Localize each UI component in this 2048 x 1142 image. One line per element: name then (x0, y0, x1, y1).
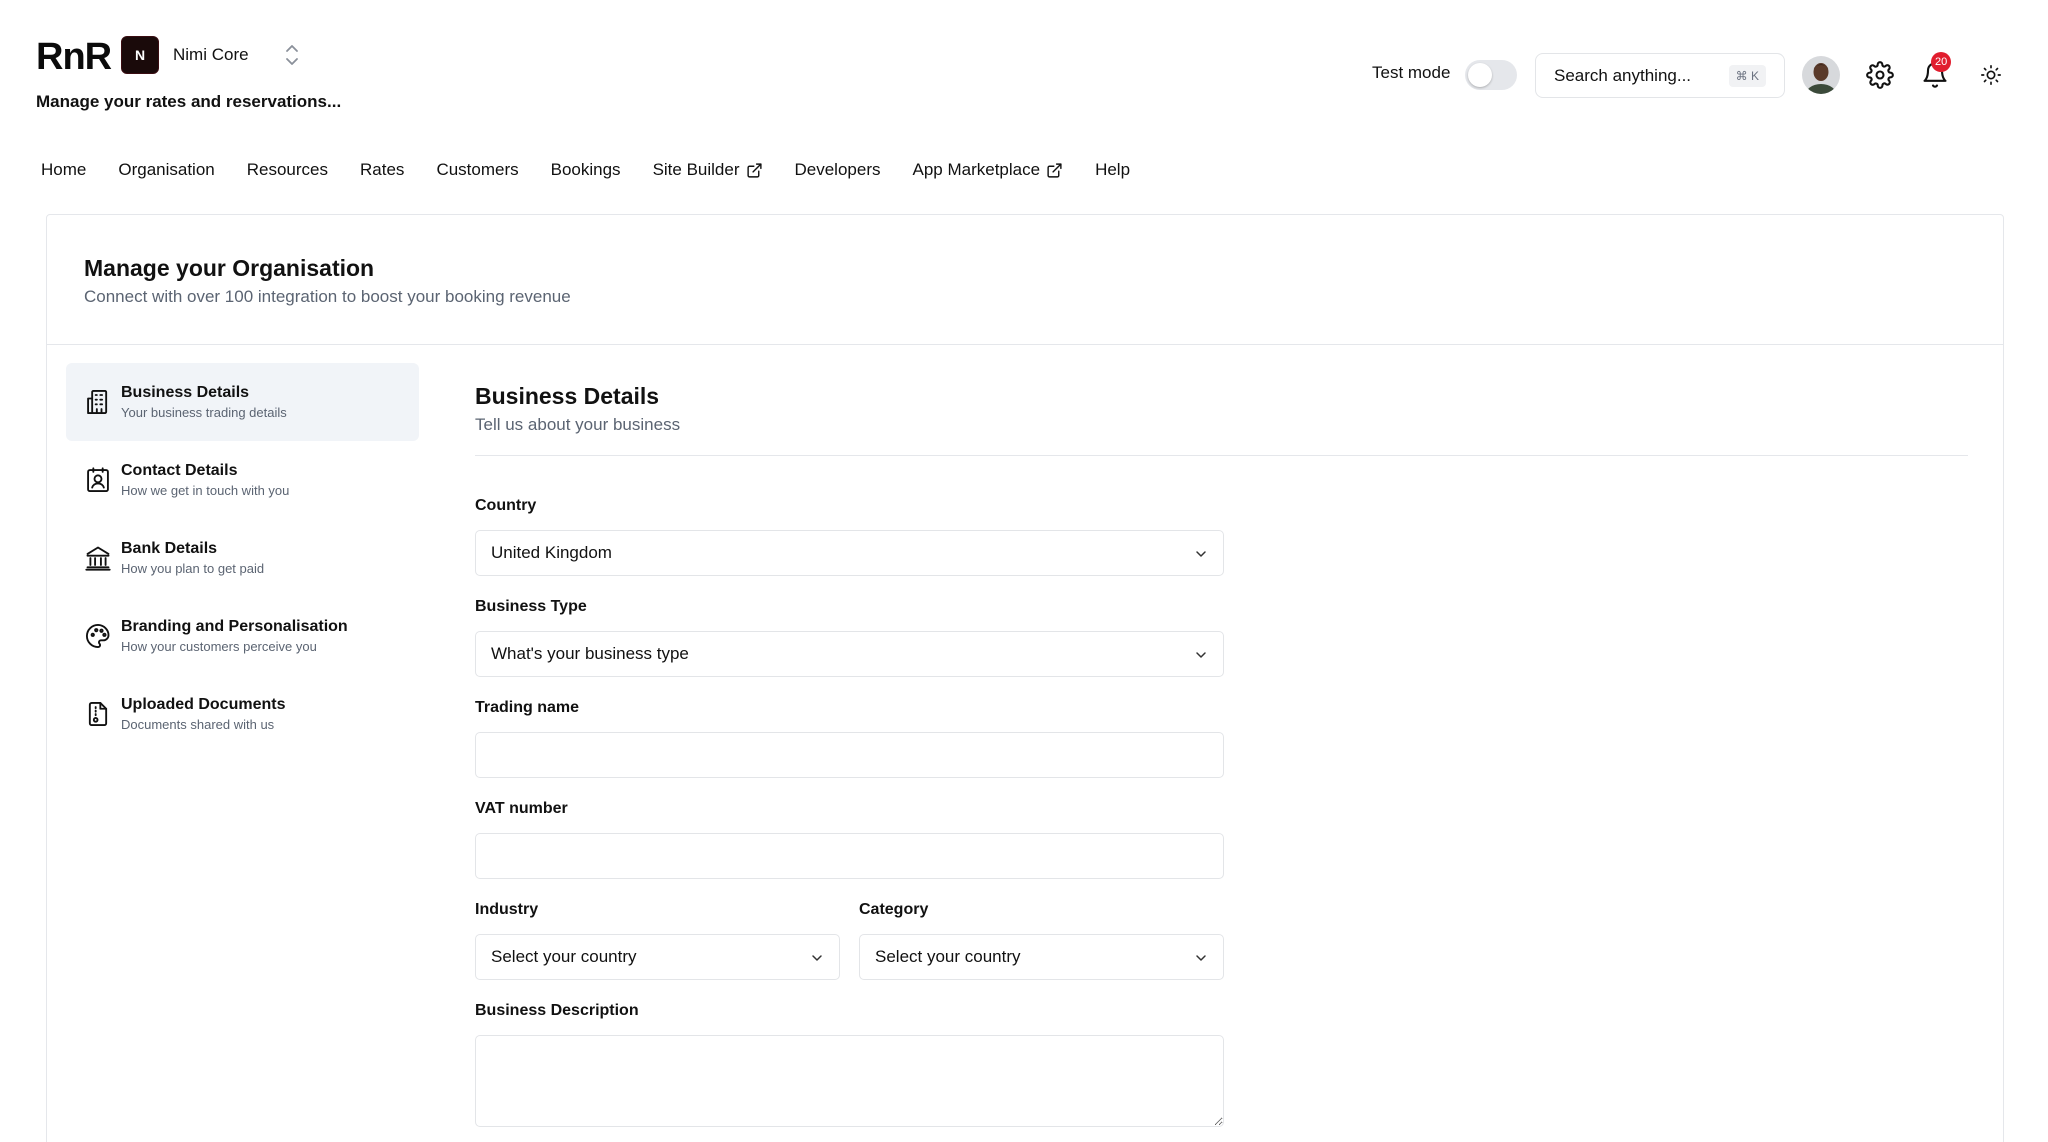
sidebar-item-title: Bank Details (121, 540, 218, 557)
nav-label: Customers (436, 160, 519, 179)
nav-label: Bookings (550, 160, 621, 179)
sidebar-item-title: Branding and Personalisation (121, 618, 348, 635)
organisation-card: Manage your Organisation Connect with ov… (46, 214, 2004, 1142)
industry-select[interactable]: Select your country (475, 934, 840, 980)
search-placeholder: Search anything... (1554, 65, 1692, 85)
sidebar-item-desc: How your customers perceive you (121, 639, 317, 654)
divider (475, 455, 1968, 456)
sidebar-item-business-details[interactable]: Business Details Your business trading d… (66, 363, 419, 441)
external-link-icon (746, 162, 762, 178)
user-avatar-image (1802, 56, 1840, 94)
sidebar-item-desc: How you plan to get paid (121, 561, 265, 576)
test-mode-label: Test mode (1372, 63, 1451, 82)
trading-name-field[interactable] (491, 745, 1208, 765)
building-icon (87, 389, 108, 415)
nav-item-rates[interactable]: Rates (360, 160, 404, 180)
divider (47, 344, 2003, 345)
country-label: Country (475, 497, 537, 514)
nav-item-app-marketplace[interactable]: App Marketplace (913, 160, 1064, 180)
business-type-label: Business Type (475, 598, 587, 615)
page-subtitle: Connect with over 100 integration to boo… (84, 287, 571, 306)
category-label: Category (859, 901, 929, 918)
nav-item-customers[interactable]: Customers (436, 160, 518, 180)
sidebar-item-bank-details[interactable]: Bank Details How you plan to get paid (66, 519, 419, 597)
contact-card-icon (87, 467, 109, 493)
nav-label: App Marketplace (912, 160, 1041, 179)
main-nav: Home Organisation Resources Rates Custom… (41, 160, 1130, 180)
org-avatar: N (121, 36, 159, 74)
org-switcher[interactable]: N Nimi Core (121, 36, 298, 74)
nav-item-resources[interactable]: Resources (247, 160, 328, 180)
industry-value: Select your country (491, 947, 637, 966)
test-mode-toggle[interactable] (1465, 60, 1517, 90)
nav-label: Organisation (118, 160, 215, 179)
app-tagline: Manage your rates and reservations... (36, 92, 342, 111)
nav-label: Resources (246, 160, 329, 179)
search-input[interactable]: Search anything... ⌘ K (1535, 53, 1785, 98)
nav-item-help[interactable]: Help (1095, 160, 1130, 180)
nav-item-home[interactable]: Home (41, 160, 86, 180)
nav-label: Help (1095, 160, 1131, 179)
trading-name-label: Trading name (475, 699, 580, 716)
sidebar-item-contact-details[interactable]: Contact Details How we get in touch with… (66, 441, 419, 519)
sidebar-item-title: Contact Details (121, 462, 238, 479)
nav-label: Rates (360, 160, 405, 179)
nav-item-organisation[interactable]: Organisation (118, 160, 214, 180)
section-title: Business Details (475, 383, 660, 409)
external-link-icon (1047, 162, 1062, 178)
nav-item-site-builder[interactable]: Site Builder (653, 160, 763, 180)
theme-sun-icon[interactable] (1975, 59, 2007, 91)
sidebar-item-desc: How we get in touch with you (121, 483, 290, 498)
sidebar-item-branding[interactable]: Branding and Personalisation How your cu… (66, 597, 419, 675)
bank-icon (85, 546, 111, 571)
business-description-textarea[interactable] (475, 1035, 1224, 1127)
nav-label: Site Builder (652, 160, 740, 179)
business-type-select[interactable]: What's your business type (475, 631, 1224, 677)
sidebar-item-title: Uploaded Documents (121, 696, 286, 713)
app-logo[interactable]: RnR (36, 36, 112, 79)
org-name: Nimi Core (173, 45, 249, 64)
business-type-value: What's your business type (491, 644, 689, 663)
category-select[interactable]: Select your country (859, 934, 1224, 980)
toggle-knob (1468, 63, 1492, 87)
chevron-down-icon (1196, 955, 1206, 961)
business-description-label: Business Description (475, 1002, 639, 1019)
nav-item-bookings[interactable]: Bookings (551, 160, 621, 180)
sidebar-item-uploaded-documents[interactable]: Uploaded Documents Documents shared with… (66, 675, 419, 753)
country-select[interactable]: United Kingdom (475, 530, 1224, 576)
user-avatar[interactable] (1802, 56, 1840, 94)
page-title: Manage your Organisation (84, 255, 375, 281)
palette-icon (86, 623, 110, 649)
category-value: Select your country (875, 947, 1021, 966)
country-value: United Kingdom (491, 543, 612, 562)
settings-gear-icon[interactable] (1864, 59, 1896, 91)
document-icon (88, 701, 108, 727)
industry-label: Industry (475, 901, 539, 918)
chevron-down-icon (812, 955, 822, 961)
nav-label: Developers (794, 160, 881, 179)
chevron-up-down-icon (286, 45, 298, 65)
section-subtitle: Tell us about your business (475, 415, 681, 434)
chevron-down-icon (1196, 551, 1206, 557)
sidebar-item-title: Business Details (121, 384, 250, 401)
nav-item-developers[interactable]: Developers (795, 160, 881, 180)
sidebar-item-desc: Documents shared with us (121, 717, 275, 732)
sidebar-item-desc: Your business trading details (121, 405, 287, 420)
nav-label: Home (41, 160, 87, 179)
vat-number-label: VAT number (475, 800, 568, 817)
vat-number-input[interactable] (475, 833, 1224, 879)
vat-number-field[interactable] (491, 846, 1208, 866)
search-shortcut-badge: ⌘ K (1728, 65, 1766, 87)
trading-name-input[interactable] (475, 732, 1224, 778)
chevron-down-icon (1196, 652, 1206, 658)
